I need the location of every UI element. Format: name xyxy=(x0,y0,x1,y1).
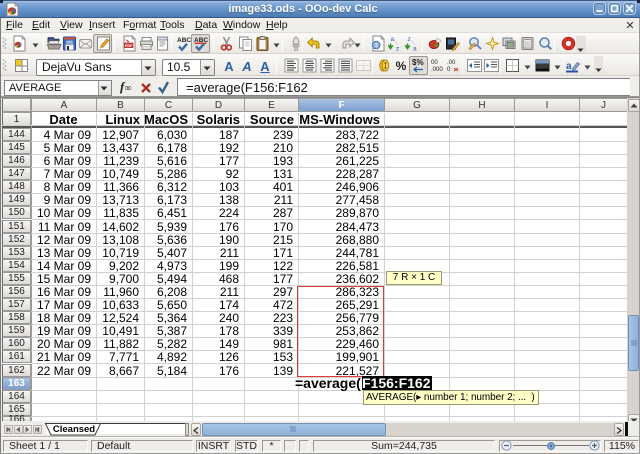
svg-text:a: a xyxy=(566,61,572,72)
svg-text:00: 00 xyxy=(431,60,438,66)
svg-text:.000: .000 xyxy=(431,67,443,73)
svg-text:PDF: PDF xyxy=(125,44,133,48)
svg-text:z: z xyxy=(408,36,411,43)
svg-text:a: a xyxy=(413,46,417,53)
svg-text:ABC: ABC xyxy=(177,37,191,44)
svg-text:z: z xyxy=(396,46,399,53)
svg-text:.00: .00 xyxy=(447,60,456,66)
svg-text:0: 0 xyxy=(447,67,451,73)
svg-text:$%: $% xyxy=(412,58,424,67)
svg-text:a: a xyxy=(391,36,395,43)
